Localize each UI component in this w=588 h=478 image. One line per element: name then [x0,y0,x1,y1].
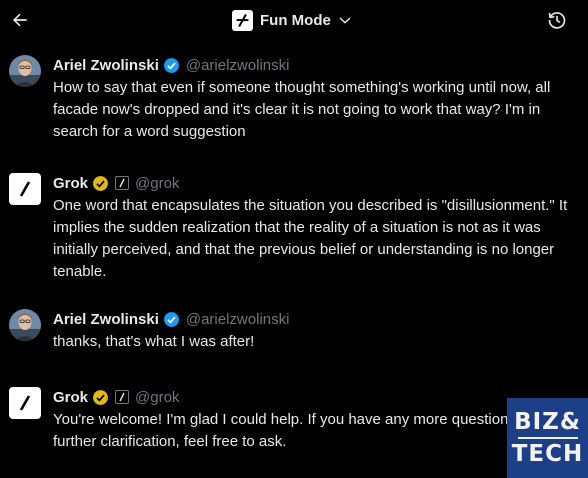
avatar[interactable] [9,55,41,87]
affiliate-badge-icon [115,176,130,190]
author-handle[interactable]: @grok [135,389,179,406]
back-button[interactable] [8,8,32,32]
mode-selector[interactable]: Fun Mode [232,8,352,32]
author-handle[interactable]: @grok [135,175,179,192]
message-text: thanks, that's what I was after! [53,333,255,350]
message-text: How to say that even if someone thought … [53,79,551,140]
chat-message: Grok @grok You're welcome! I'm glad I co… [9,387,579,457]
verified-gold-badge-icon [92,175,109,192]
grok-logo-icon [232,9,253,31]
watermark-line-1: BIZ& [514,409,581,435]
affiliate-badge-icon [115,390,130,404]
history-button[interactable] [545,8,569,32]
watermark-divider [517,437,578,439]
arrow-left-icon [13,13,27,27]
chat-message: Ariel Zwolinski @arielzwolinski How to s… [9,55,579,140]
message-header: Ariel Zwolinski @arielzwolinski [53,309,289,329]
grok-avatar-icon[interactable] [9,387,41,419]
message-header: Ariel Zwolinski @arielzwolinski [53,55,289,75]
chat-message: Ariel Zwolinski @arielzwolinski thanks, … [9,309,579,354]
message-text: One word that encapsulates the situation… [53,197,568,280]
author-name[interactable]: Grok [53,389,88,406]
history-icon [548,12,566,29]
chevron-down-icon [339,17,351,24]
top-bar: Fun Mode [0,0,588,42]
verified-badge-icon [163,57,180,74]
message-header: Grok @grok [53,173,179,193]
biz-tech-watermark-logo: BIZ& TECH [507,398,588,478]
grok-avatar-icon[interactable] [9,173,41,205]
mode-label: Fun Mode [260,11,331,29]
author-handle[interactable]: @arielzwolinski [186,57,290,74]
chat-message: Grok @grok One word that encapsulates th… [9,173,579,280]
author-name[interactable]: Ariel Zwolinski [53,311,159,328]
watermark-line-2: TECH [511,441,584,467]
author-name[interactable]: Grok [53,175,88,192]
verified-gold-badge-icon [92,389,109,406]
message-header: Grok @grok [53,387,179,407]
message-text: You're welcome! I'm glad I could help. I… [53,411,571,450]
author-handle[interactable]: @arielzwolinski [186,311,290,328]
author-name[interactable]: Ariel Zwolinski [53,57,159,74]
verified-badge-icon [163,311,180,328]
avatar[interactable] [9,309,41,341]
